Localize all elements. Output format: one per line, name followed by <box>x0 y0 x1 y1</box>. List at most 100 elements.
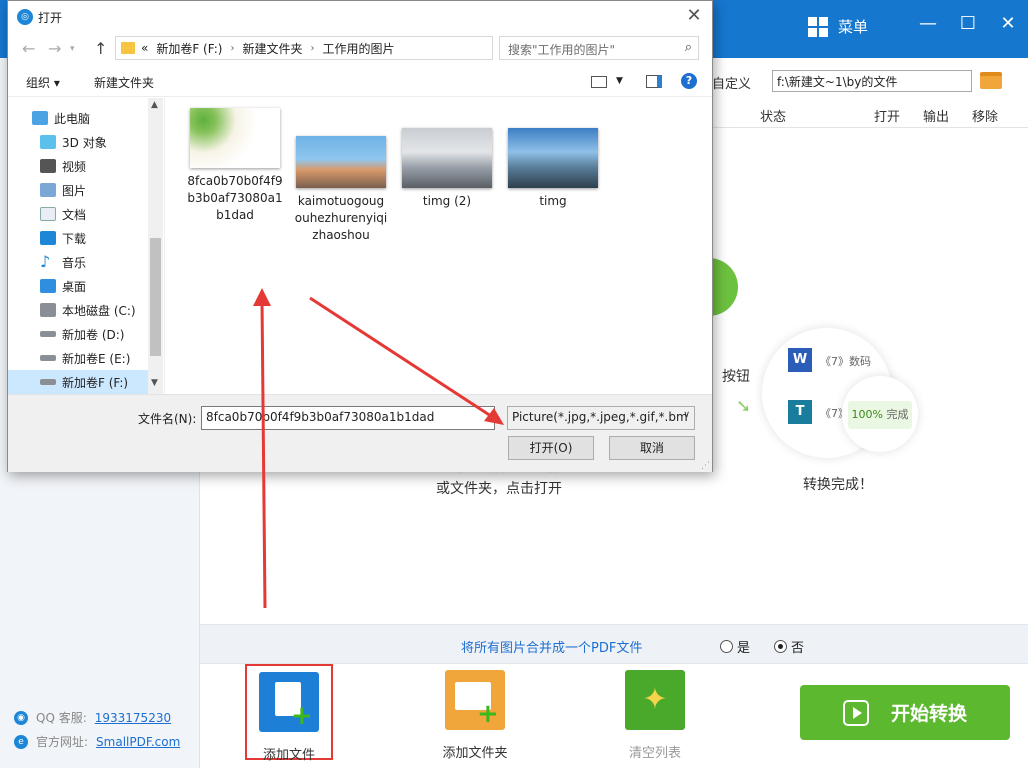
view-options-icon[interactable] <box>591 76 607 88</box>
doc-1-label: 《7》数码 <box>820 355 871 368</box>
close-icon[interactable]: ✕ <box>998 14 1018 34</box>
address-bar[interactable]: « 新加卷F (F:) › 新建文件夹 › 工作用的图片 ∨ ↻ <box>115 36 591 60</box>
search-input[interactable]: 搜索"工作用的图片" ⌕ <box>499 36 699 60</box>
scroll-thumb[interactable] <box>150 238 161 356</box>
mountain-thumbnail <box>402 128 492 188</box>
qq-link[interactable]: 1933175230 <box>95 706 171 730</box>
computer-icon <box>32 111 48 125</box>
site-contact: e 官方网址: SmallPDF.com <box>14 730 180 754</box>
site-link[interactable]: SmallPDF.com <box>96 730 180 754</box>
merge-yes-radio[interactable]: 是 <box>720 637 750 656</box>
contact-info: ◉ QQ 客服: 1933175230 e 官方网址: SmallPDF.com <box>14 706 180 754</box>
add-file-button[interactable]: + 添加文件 <box>245 664 333 763</box>
crumb-drive[interactable]: 新加卷F (F:) <box>156 40 222 57</box>
bottom-toolbar: + 添加文件 + 添加文件夹 ✦ 清空列表 开始转换 <box>200 664 1028 768</box>
history-dropdown-icon[interactable]: ▾ <box>70 44 75 54</box>
view-dropdown-icon[interactable]: ▼ <box>616 76 623 86</box>
open-button[interactable]: 打开(O) <box>508 436 594 460</box>
help-icon[interactable]: ? <box>681 73 697 89</box>
nav-item-drive-c[interactable]: 本地磁盘 (C:) <box>8 298 148 322</box>
crumb-separator-icon: › <box>230 42 235 54</box>
nav-item-drive-e[interactable]: 新加卷E (E:) <box>8 346 148 370</box>
radio-checked-icon <box>774 640 787 653</box>
drive-icon <box>40 379 56 385</box>
file-item[interactable]: timg <box>505 128 601 210</box>
resize-grip-icon[interactable]: ⋰ <box>701 461 710 471</box>
menu-button[interactable]: 菜单 <box>808 16 868 37</box>
dialog-close-icon[interactable]: ✕ <box>684 5 704 26</box>
preview-pane-icon[interactable] <box>646 75 662 88</box>
new-folder-button[interactable]: 新建文件夹 <box>94 74 154 91</box>
file-name-line: timg (2) <box>422 194 472 208</box>
menu-grid-icon <box>808 16 828 37</box>
filetype-select[interactable]: Picture(*.jpg,*.jpeg,*.gif,*.bm ∨ <box>507 406 695 430</box>
lake-thumbnail <box>508 128 598 188</box>
picture-icon <box>40 183 56 197</box>
merge-label: 将所有图片合并成一个PDF文件 <box>461 641 643 656</box>
clear-list-button[interactable]: ✦ 清空列表 <box>605 670 705 761</box>
file-item[interactable]: timg (2) <box>399 128 495 210</box>
nav-item-pictures[interactable]: 图片 <box>8 178 148 202</box>
nav-scrollbar[interactable]: ▲ ▼ <box>148 98 163 394</box>
col-remove: 移除 <box>972 110 999 125</box>
cancel-button[interactable]: 取消 <box>609 436 695 460</box>
up-arrow-icon[interactable]: ↑ <box>94 39 107 58</box>
file-name-line: b3b0af73080a1 <box>187 191 283 205</box>
film-icon <box>40 159 56 173</box>
download-icon <box>40 231 56 245</box>
file-item[interactable]: kaimotuogoug ouhezhurenyiqi zhaoshou <box>293 136 389 244</box>
nav-item-drive-d[interactable]: 新加卷 (D:) <box>8 322 148 346</box>
progress-circle: 100% 完成 <box>842 376 918 452</box>
progress-value: 100% <box>851 408 883 421</box>
drive-icon <box>40 303 56 317</box>
minimize-icon[interactable]: — <box>918 14 938 34</box>
organize-menu[interactable]: 组织 ▾ <box>26 74 60 91</box>
radio-circle-icon <box>720 640 733 653</box>
nav-item-downloads[interactable]: 下载 <box>8 226 148 250</box>
address-overflow[interactable]: « <box>141 41 148 55</box>
button-hint: 按钮 <box>722 369 750 385</box>
scroll-up-icon[interactable]: ▲ <box>151 100 158 110</box>
add-file-label: 添加文件 <box>262 748 315 763</box>
folder-icon[interactable] <box>980 72 1002 89</box>
scroll-down-icon[interactable]: ▼ <box>151 378 158 388</box>
merge-option-bar: 将所有图片合并成一个PDF文件 是 否 <box>200 624 1028 664</box>
nav-item-videos[interactable]: 视频 <box>8 154 148 178</box>
nav-label: 新加卷E (E:) <box>62 351 131 366</box>
add-folder-button[interactable]: + 添加文件夹 <box>425 670 525 761</box>
filename-label: 文件名(N): <box>138 412 197 426</box>
filetype-value: Picture(*.jpg,*.jpeg,*.gif,*.bm <box>512 410 688 424</box>
nav-item-music[interactable]: ♪ 音乐 <box>8 250 148 274</box>
nav-item-documents[interactable]: 文档 <box>8 202 148 226</box>
crumb-folder[interactable]: 新建文件夹 <box>242 40 302 57</box>
back-arrow-icon[interactable]: ← <box>22 39 35 58</box>
col-status: 状态 <box>760 110 787 125</box>
filename-input[interactable]: 8fca0b70b0f4f9b3b0af73080a1b1dad <box>201 406 495 430</box>
nav-item-drive-f[interactable]: 新加卷F (F:) <box>8 370 148 394</box>
forward-arrow-icon[interactable]: → <box>48 39 61 58</box>
output-path-field[interactable]: f:\新建文~1\by的文件 <box>772 70 972 92</box>
nav-item-3d-objects[interactable]: 3D 对象 <box>8 130 148 154</box>
dialog-title: 打开 <box>38 11 63 25</box>
custom-output-label[interactable]: 自定义 <box>712 73 751 92</box>
maximize-icon[interactable]: ☐ <box>958 14 978 34</box>
document-icon <box>40 207 56 221</box>
dialog-titlebar: ◎ 打开 ✕ <box>8 1 712 33</box>
qq-contact: ◉ QQ 客服: 1933175230 <box>14 706 180 730</box>
file-item[interactable]: 8fca0b70b0f4f9 b3b0af73080a1 b1dad <box>187 108 283 224</box>
file-view: 8fca0b70b0f4f9 b3b0af73080a1 b1dad kaimo… <box>164 98 712 394</box>
crumb-current[interactable]: 工作用的图片 <box>322 40 394 57</box>
nav-item-this-pc[interactable]: 此电脑 <box>8 106 148 130</box>
merge-no-radio[interactable]: 否 <box>774 637 804 656</box>
dog-thumbnail <box>296 136 386 188</box>
file-name-line: 8fca0b70b0f4f9 <box>187 174 283 188</box>
start-convert-button[interactable]: 开始转换 <box>800 685 1010 740</box>
cube-icon <box>40 135 56 149</box>
nav-item-desktop[interactable]: 桌面 <box>8 274 148 298</box>
instruction-line-2: 或文件夹，点击打开 <box>436 481 562 497</box>
col-open: 打开 <box>874 110 901 125</box>
add-folder-icon: + <box>445 670 505 730</box>
file-name-line: kaimotuogoug <box>297 194 385 208</box>
menu-label: 菜单 <box>838 18 869 36</box>
nav-label: 下载 <box>62 231 87 246</box>
